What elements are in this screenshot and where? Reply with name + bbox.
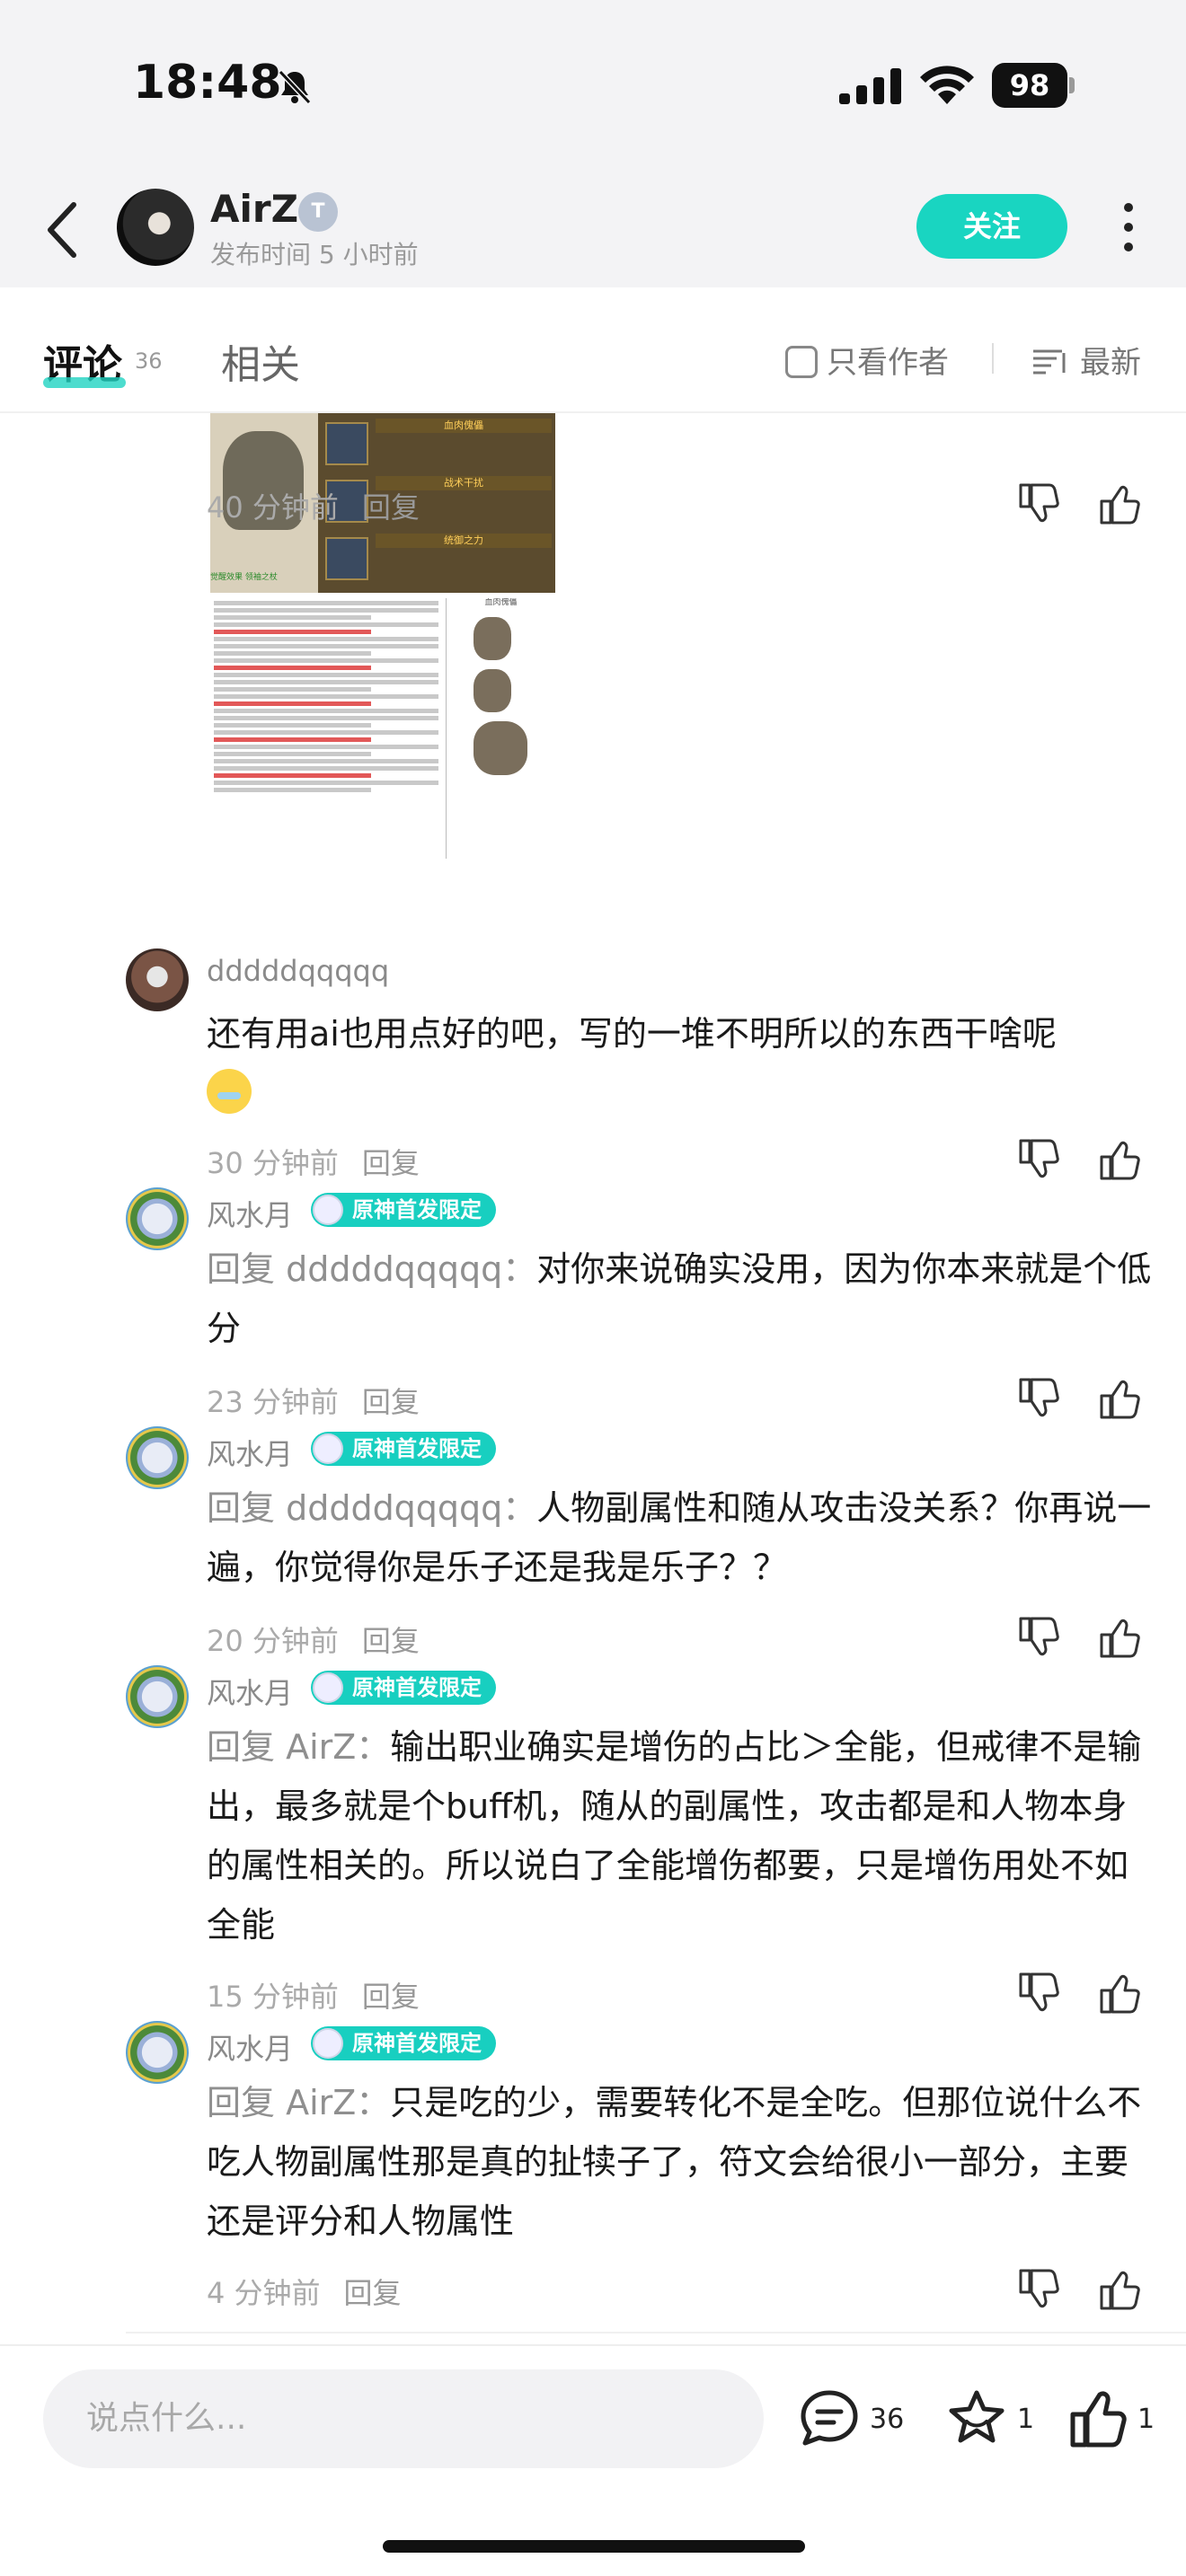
thumbs-up-icon [1070, 2391, 1127, 2448]
user-title-badge: 原神首发限定 [311, 2026, 496, 2060]
user-avatar[interactable] [126, 2021, 189, 2084]
more-options-icon[interactable] [1120, 203, 1137, 253]
comments-button[interactable]: 36 [798, 2387, 915, 2450]
comment-username[interactable]: dddddqqqqq [207, 954, 389, 988]
comment-text: 回复 AirZ：输出职业确实是增伤的占比＞全能，但戒律不是输出，最多就是个buf… [207, 1727, 1142, 1945]
bell-muted-icon [278, 69, 312, 105]
comment-meta: 4 分钟前 回复 [207, 2276, 402, 2310]
author-avatar[interactable] [117, 189, 194, 266]
likes-count: 1 [1137, 2404, 1155, 2435]
comment-username[interactable]: 风水月 [207, 1193, 293, 1234]
favorites-count: 1 [1017, 2404, 1035, 2435]
thumb-up-icon[interactable] [1096, 1137, 1141, 1182]
user-avatar[interactable] [126, 1426, 189, 1489]
comment-meta: 40 分钟前 回复 [207, 490, 420, 525]
reply-button[interactable]: 回复 [362, 490, 420, 525]
thumb-up-icon[interactable] [1096, 1615, 1141, 1660]
follow-button[interactable]: 关注 [916, 194, 1067, 259]
image-caption: 觉醒效果 领袖之杖 [210, 573, 278, 582]
battery-indicator: 98 [992, 63, 1075, 108]
active-tab-indicator [43, 377, 126, 388]
list-divider [126, 2332, 1186, 2333]
battery-level: 98 [992, 63, 1067, 108]
back-arrow-icon[interactable] [38, 196, 88, 264]
user-title-badge: 原神首发限定 [311, 1193, 496, 1227]
comments-count: 36 [870, 2404, 905, 2435]
thumb-down-icon[interactable] [1015, 1376, 1060, 1421]
comment-list[interactable]: 觉醒效果 领袖之杖 血肉傀儡 战术干扰 统御之力 血肉傀儡 40 分钟前 回复 … [0, 413, 1186, 2344]
user-title-badge: 原神首发限定 [311, 1432, 496, 1466]
comment-tabs: 评论 36 相关 只看作者 最新 [0, 287, 1186, 413]
comment-text: 回复 AirZ：只是吃的少，需要转化不是全吃。但那位说什么不吃人物副属性那是真的… [207, 2083, 1142, 2241]
thumb-down-icon[interactable] [1015, 1137, 1060, 1182]
signal-icon [839, 68, 901, 104]
star-icon [949, 2390, 1005, 2443]
author-level-badge: T [298, 192, 338, 232]
badge-avatar-icon [313, 1434, 343, 1464]
bottom-action-bar: 说点什么... 36 1 1 [0, 2344, 1186, 2576]
sweat-emoji-icon [207, 1069, 252, 1114]
like-button[interactable]: 1 [1066, 2387, 1155, 2450]
thumb-down-icon[interactable] [1015, 1971, 1060, 2016]
comment-meta: 20 分钟前 回复 [207, 1624, 420, 1658]
user-avatar[interactable] [126, 1665, 189, 1728]
status-bar: 18:48 98 [0, 0, 1186, 171]
post-time: 发布时间 5 小时前 [210, 240, 419, 269]
thumb-up-icon[interactable] [1096, 2267, 1141, 2312]
comment-text: 回复 dddddqqqqq：对你来说确实没用，因为你本来就是个低分 [207, 1249, 1152, 1348]
comment-meta: 30 分钟前 回复 [207, 1146, 420, 1180]
reply-button[interactable]: 回复 [362, 1146, 420, 1180]
reply-button[interactable]: 回复 [362, 1980, 420, 2014]
author-name[interactable]: AirZ [210, 187, 298, 231]
comments-count-badge: 36 [135, 348, 163, 374]
home-indicator[interactable] [383, 2540, 805, 2553]
thumb-down-icon[interactable] [1015, 2267, 1060, 2312]
reply-button[interactable]: 回复 [362, 1385, 420, 1419]
tab-related[interactable]: 相关 [221, 332, 300, 390]
comment-meta: 23 分钟前 回复 [207, 1385, 420, 1419]
comment-text: 还有用ai也用点好的吧，写的一堆不明所以的东西干啥呢 [207, 1004, 1159, 1123]
sort-newest-button[interactable]: 最新 [1031, 338, 1141, 382]
comment-username[interactable]: 风水月 [207, 1432, 293, 1473]
comment-bubble-icon [801, 2390, 858, 2446]
badge-avatar-icon [313, 1195, 343, 1225]
thumb-up-icon[interactable] [1096, 1971, 1141, 2016]
only-author-toggle[interactable]: 只看作者 [785, 338, 949, 382]
comment-attached-image[interactable]: 觉醒效果 领袖之杖 血肉傀儡 战术干扰 统御之力 血肉傀儡 [210, 413, 555, 871]
thumb-up-icon[interactable] [1096, 1376, 1141, 1421]
badge-avatar-icon [313, 1672, 343, 1703]
user-title-badge: 原神首发限定 [311, 1671, 496, 1705]
favorite-button[interactable]: 1 [945, 2387, 1035, 2450]
checkbox-icon[interactable] [785, 346, 818, 378]
wifi-icon [920, 66, 974, 104]
status-time: 18:48 [133, 56, 282, 110]
reply-button[interactable]: 回复 [362, 1624, 420, 1658]
reply-button[interactable]: 回复 [344, 2276, 402, 2310]
thumb-down-icon[interactable] [1015, 1615, 1060, 1660]
thumb-down-icon[interactable] [1015, 481, 1060, 526]
comment-username[interactable]: 风水月 [207, 2026, 293, 2068]
comment-text: 回复 dddddqqqqq：人物副属性和随从攻击没关系？你再说一遍，你觉得你是乐… [207, 1488, 1152, 1587]
badge-avatar-icon [313, 2028, 343, 2059]
post-header: AirZ T 发布时间 5 小时前 关注 [0, 171, 1186, 287]
user-avatar[interactable] [126, 948, 189, 1011]
comment-input[interactable]: 说点什么... [43, 2369, 764, 2468]
thumb-up-icon[interactable] [1096, 481, 1141, 526]
sort-icon [1033, 349, 1066, 375]
comment-meta: 15 分钟前 回复 [207, 1980, 420, 2014]
comment-username[interactable]: 风水月 [207, 1671, 293, 1712]
user-avatar[interactable] [126, 1187, 189, 1250]
